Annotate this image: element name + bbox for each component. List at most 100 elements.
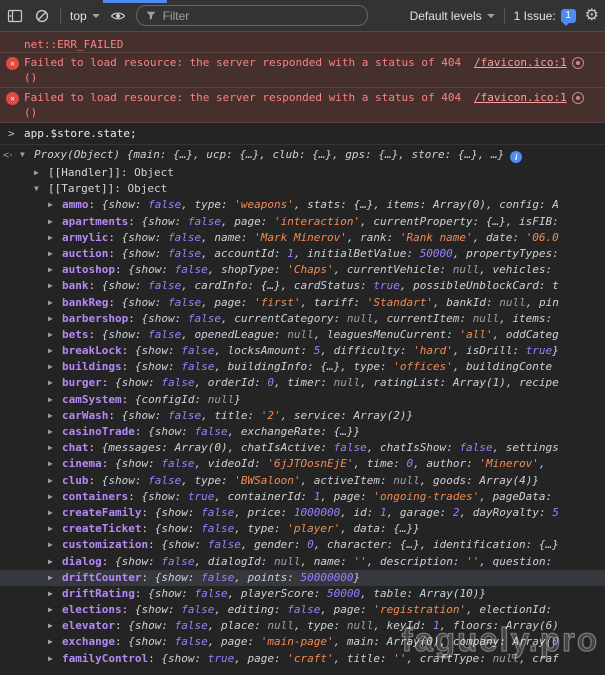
disclosure-triangle-icon[interactable]: ▼ — [20, 147, 34, 163]
clear-console-button[interactable] — [33, 7, 51, 25]
live-expression-button[interactable] — [109, 7, 127, 25]
key-value-separator: : — [121, 166, 134, 179]
disclosure-triangle-icon[interactable]: ▶ — [48, 634, 62, 650]
disclosure-triangle-icon[interactable]: ▶ — [48, 440, 62, 456]
log-levels-selector[interactable]: Default levels — [410, 9, 495, 23]
filter-input[interactable] — [163, 9, 359, 23]
tree-row-camsystem[interactable]: ▶camSystem: {configId: null} — [0, 392, 605, 408]
error-source-link[interactable]: /favicon.ico:1 — [474, 55, 567, 70]
disclosure-triangle-icon[interactable]: ▶ — [48, 262, 62, 278]
disclosure-triangle-icon[interactable]: ▶ — [48, 602, 62, 618]
console-sidebar-toggle-button[interactable] — [6, 7, 24, 25]
tree-row-customization[interactable]: ▶customization: {show: false, gender: 0,… — [0, 537, 605, 553]
tree-row-autoshop[interactable]: ▶autoshop: {show: false, shopType: 'Chap… — [0, 262, 605, 278]
tree-row-carwash[interactable]: ▶carWash: {show: false, title: '2', serv… — [0, 408, 605, 424]
active-tab-indicator — [103, 0, 167, 3]
disclosure-triangle-icon[interactable]: ▶ — [48, 554, 62, 570]
filter-box[interactable] — [136, 5, 368, 26]
disclosure-triangle-icon[interactable]: ▶ — [48, 456, 62, 472]
property-name: driftRating — [62, 587, 135, 600]
disclosure-triangle-icon[interactable]: ▶ — [34, 165, 48, 181]
tree-row-exchange[interactable]: ▶exchange: {show: false, page: 'main-pag… — [0, 634, 605, 650]
tree-row-elections[interactable]: ▶elections: {show: false, editing: false… — [0, 602, 605, 618]
disclosure-triangle-icon[interactable]: ▶ — [48, 230, 62, 246]
disclosure-triangle-icon[interactable]: ▶ — [48, 214, 62, 230]
settings-gear-icon[interactable]: ⚙ — [585, 8, 599, 24]
tree-row-elevator[interactable]: ▶elevator: {show: false, place: null, ty… — [0, 618, 605, 634]
tree-row-barbershop[interactable]: ▶barbershop: {show: false, currentCatego… — [0, 311, 605, 327]
error-initiator-icon[interactable] — [572, 92, 584, 104]
issues-counter[interactable]: 1 Issue: 1 — [514, 9, 576, 23]
disclosure-triangle-icon[interactable]: ▶ — [48, 246, 62, 262]
console-error-message: net::ERR_FAILED — [0, 32, 605, 53]
tree-row-familycontrol[interactable]: ▶familyControl: {show: true, page: 'craf… — [0, 651, 605, 667]
tree-row-bank[interactable]: ▶bank: {show: false, cardInfo: {…}, card… — [0, 278, 605, 294]
error-initiator-icon[interactable] — [572, 57, 584, 69]
tree-row-bankreg[interactable]: ▶bankReg: {show: false, page: 'first', t… — [0, 295, 605, 311]
disclosure-triangle-icon[interactable]: ▶ — [48, 278, 62, 294]
tree-row-burger[interactable]: ▶burger: {show: false, orderId: 0, timer… — [0, 375, 605, 391]
disclosure-triangle-icon[interactable]: ▶ — [48, 375, 62, 391]
disclosure-triangle-icon[interactable]: ▶ — [48, 489, 62, 505]
tree-row-driftcounter[interactable]: ▶driftCounter: {show: false, points: 500… — [0, 570, 605, 586]
disclosure-triangle-icon[interactable]: ▶ — [48, 359, 62, 375]
key-value-separator: : — [89, 198, 102, 211]
disclosure-triangle-icon[interactable]: ▶ — [48, 343, 62, 359]
property-name: auction — [62, 247, 108, 260]
property-name: elevator — [62, 619, 115, 632]
tree-row-auction[interactable]: ▶auction: {show: false, accountId: 1, in… — [0, 246, 605, 262]
tree-row-chat[interactable]: ▶chat: {messages: Array(0), chatIsActive… — [0, 440, 605, 456]
tree-row-breaklock[interactable]: ▶breakLock: {show: false, locksAmount: 5… — [0, 343, 605, 359]
property-preview: {show: false, page: 'first', tariff: 'St… — [122, 296, 559, 309]
console-sidebar-icon — [7, 8, 23, 24]
tree-row-club[interactable]: ▶club: {show: false, type: 'BWSaloon', a… — [0, 473, 605, 489]
property-name: buildings — [62, 360, 122, 373]
tree-row-dialog[interactable]: ▶dialog: {show: false, dialogId: null, n… — [0, 554, 605, 570]
tree-row-ammo[interactable]: ▶ammo: {show: false, type: 'weapons', st… — [0, 197, 605, 213]
info-icon[interactable]: i — [510, 151, 522, 163]
tree-row-target[interactable]: ▼[[Target]]: Object — [0, 181, 605, 197]
disclosure-triangle-icon[interactable]: ▶ — [48, 311, 62, 327]
disclosure-triangle-icon[interactable]: ▶ — [48, 392, 62, 408]
property-name: barbershop — [62, 312, 128, 325]
property-preview: {show: false, type: 'weapons', stats: {…… — [102, 198, 559, 211]
tree-row-createticket[interactable]: ▶createTicket: {show: false, type: 'play… — [0, 521, 605, 537]
clear-console-icon — [34, 8, 50, 24]
disclosure-triangle-icon[interactable]: ▶ — [48, 424, 62, 440]
disclosure-triangle-icon[interactable]: ▶ — [48, 295, 62, 311]
issues-label: 1 Issue: — [514, 9, 556, 23]
disclosure-triangle-icon[interactable]: ▶ — [48, 651, 62, 667]
tree-row-bets[interactable]: ▶bets: {show: false, openedLeague: null,… — [0, 327, 605, 343]
console-command-row: > app.$store.state; — [0, 123, 605, 145]
tree-row-containers[interactable]: ▶containers: {show: true, containerId: 1… — [0, 489, 605, 505]
context-selector[interactable]: top — [70, 9, 100, 23]
tree-row-createfamily[interactable]: ▶createFamily: {show: false, price: 1000… — [0, 505, 605, 521]
disclosure-triangle-icon[interactable]: ▶ — [48, 618, 62, 634]
tree-row-driftrating[interactable]: ▶driftRating: {show: false, playerScore:… — [0, 586, 605, 602]
error-source-link[interactable]: /favicon.ico:1 — [474, 90, 567, 105]
key-value-separator: : — [89, 441, 102, 454]
disclosure-triangle-icon[interactable]: ▶ — [48, 197, 62, 213]
tree-row-handler[interactable]: ▶[[Handler]]: Object — [0, 165, 605, 181]
tree-row-armylic[interactable]: ▶armylic: {show: false, name: 'Mark Mine… — [0, 230, 605, 246]
disclosure-triangle-icon[interactable]: ▶ — [48, 570, 62, 586]
disclosure-triangle-icon[interactable]: ▶ — [48, 327, 62, 343]
property-name: chat — [62, 441, 89, 454]
tree-row-casinotrade[interactable]: ▶casinoTrade: {show: false, exchangeRate… — [0, 424, 605, 440]
disclosure-triangle-icon[interactable]: ▼ — [34, 181, 48, 197]
tree-row-buildings[interactable]: ▶buildings: {show: false, buildingInfo: … — [0, 359, 605, 375]
disclosure-triangle-icon[interactable]: ▶ — [48, 537, 62, 553]
disclosure-triangle-icon[interactable]: ▶ — [48, 586, 62, 602]
key-value-separator: : — [148, 652, 161, 665]
disclosure-triangle-icon[interactable]: ▶ — [48, 521, 62, 537]
key-value-separator: : — [122, 393, 135, 406]
tree-row-apartments[interactable]: ▶apartments: {show: false, page: 'intera… — [0, 214, 605, 230]
disclosure-triangle-icon[interactable]: ▶ — [48, 473, 62, 489]
console-messages: net::ERR_FAILED✕Failed to load resource:… — [0, 32, 605, 675]
property-preview: {show: false, buildingInfo: {…}, type: '… — [135, 360, 552, 373]
tree-row-cinema[interactable]: ▶cinema: {show: false, videoId: '6jJTOos… — [0, 456, 605, 472]
disclosure-triangle-icon[interactable]: ▶ — [48, 505, 62, 521]
object-tree: ▶[[Handler]]: Object▼[[Target]]: Object▶… — [0, 165, 605, 667]
property-preview: {show: true, containerId: 1, page: 'ongo… — [141, 490, 552, 503]
disclosure-triangle-icon[interactable]: ▶ — [48, 408, 62, 424]
